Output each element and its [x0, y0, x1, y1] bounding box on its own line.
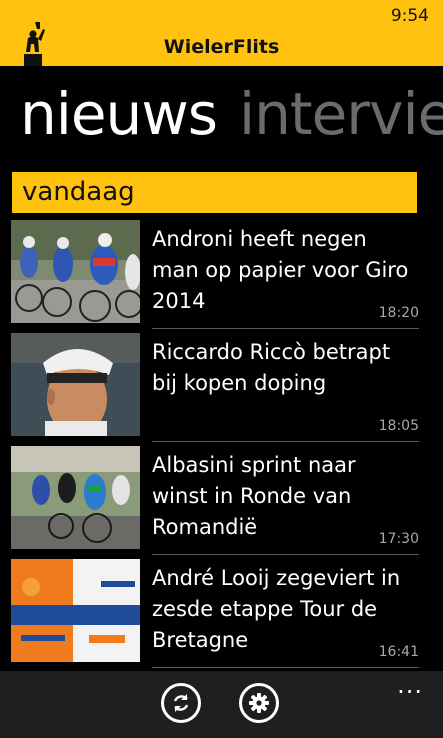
group-header: vandaag	[12, 172, 417, 213]
more-options-button[interactable]: ...	[397, 673, 423, 697]
status-time: 9:54	[390, 6, 429, 26]
news-title: Riccardo Riccò betrapt bij kopen doping	[152, 340, 391, 395]
news-item[interactable]: Androni heeft negen man op papier voor G…	[0, 218, 443, 331]
app-title: WielerFlits	[163, 36, 280, 58]
news-thumbnail	[11, 559, 140, 662]
divider	[152, 667, 419, 668]
news-item[interactable]: André Looij zegeviert in zesde etappe To…	[0, 557, 443, 670]
refresh-icon	[173, 694, 189, 712]
news-time: 18:05	[378, 418, 419, 434]
news-title: Albasini sprint naar winst in Ronde van …	[152, 453, 356, 539]
news-list: Androni heeft negen man op papier voor G…	[0, 218, 443, 670]
news-time: 18:20	[378, 305, 419, 321]
news-item[interactable]: Albasini sprint naar winst in Ronde van …	[0, 444, 443, 557]
news-title: André Looij zegeviert in zesde etappe To…	[152, 566, 401, 652]
news-title: Androni heeft negen man op papier voor G…	[152, 227, 409, 313]
pivot-tab-interviews[interactable]: intervie	[239, 80, 443, 148]
pivot-tab-nieuws[interactable]: nieuws	[20, 80, 218, 148]
divider	[152, 328, 419, 329]
news-thumbnail	[11, 446, 140, 549]
app-header: 9:54 WielerFlits	[0, 0, 443, 66]
news-time: 16:41	[378, 644, 419, 660]
pivot-header: nieuws intervie	[20, 74, 443, 154]
divider	[152, 441, 419, 442]
settings-button[interactable]	[239, 683, 279, 723]
gear-icon	[249, 693, 269, 713]
refresh-button[interactable]	[161, 683, 201, 723]
news-item[interactable]: Riccardo Riccò betrapt bij kopen doping …	[0, 331, 443, 444]
app-bar: ...	[0, 671, 443, 738]
news-thumbnail	[11, 333, 140, 436]
news-thumbnail	[11, 220, 140, 323]
divider	[152, 554, 419, 555]
news-time: 17:30	[378, 531, 419, 547]
